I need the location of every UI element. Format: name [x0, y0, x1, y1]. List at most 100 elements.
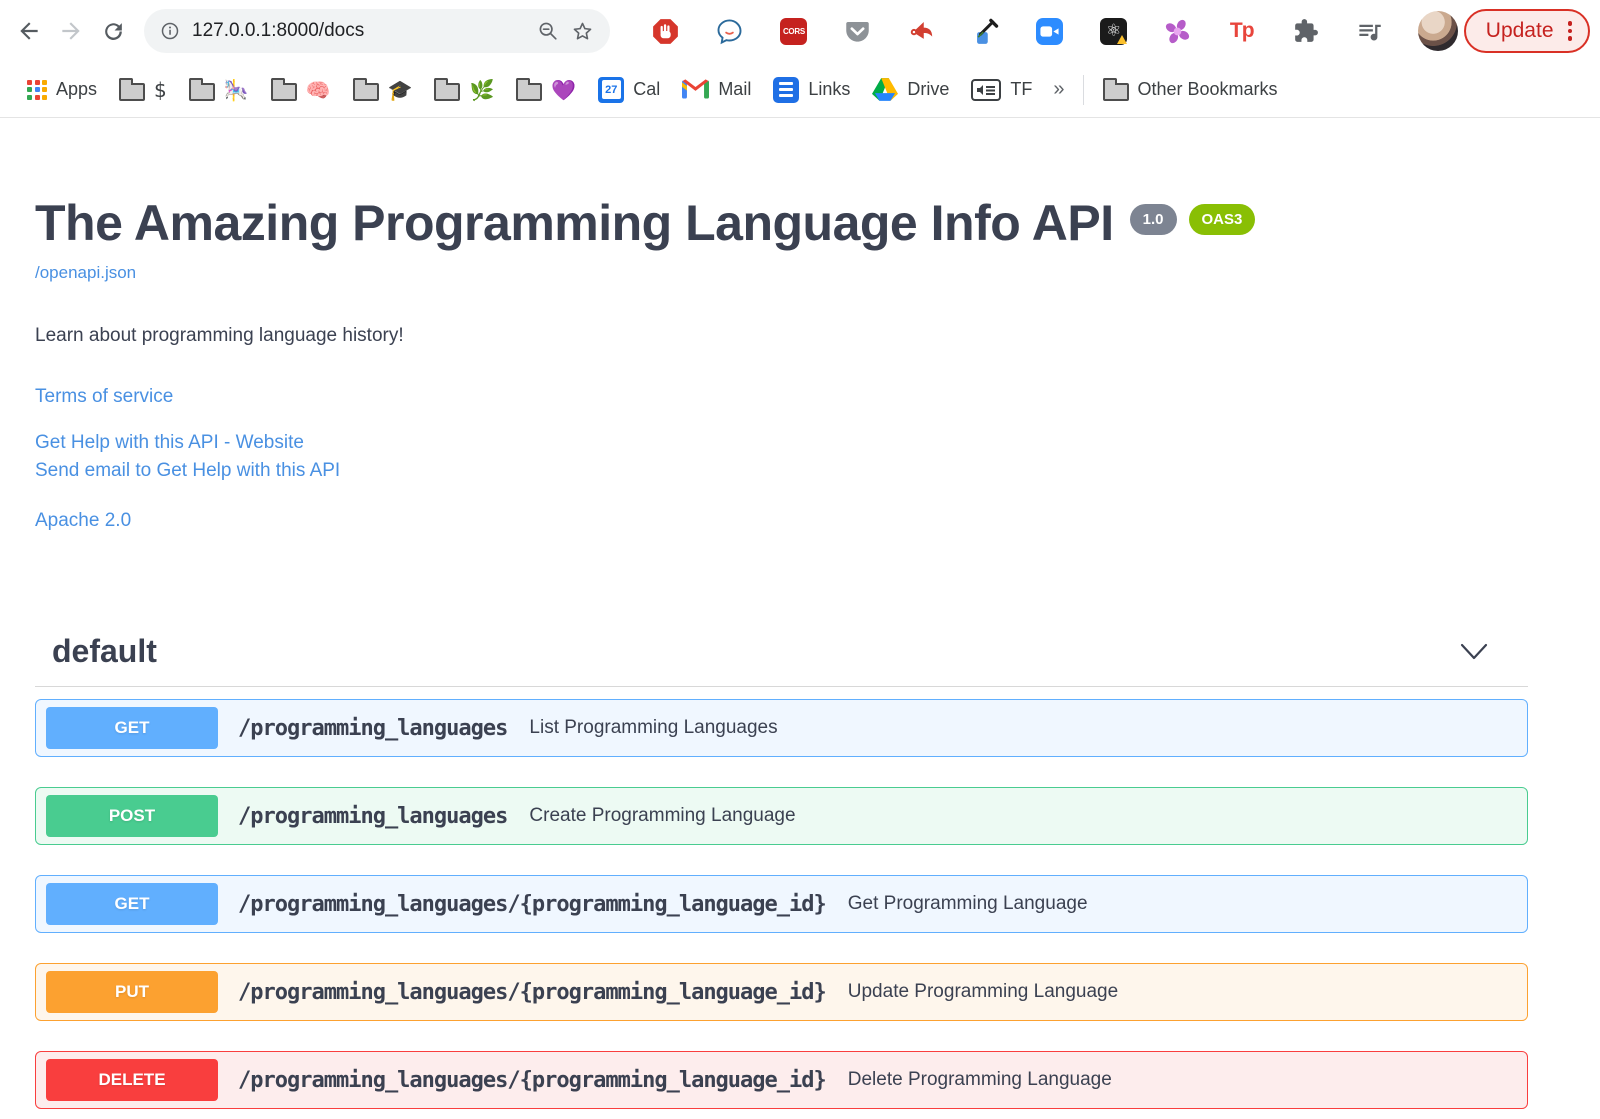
folder-icon — [270, 78, 297, 101]
react-devtools-icon[interactable]: ⚛ — [1099, 16, 1129, 46]
bookmark-label: Apps — [56, 79, 98, 99]
zoom-meet-icon[interactable] — [1035, 16, 1065, 46]
bookmark-folder-carousel[interactable]: 🎠 — [178, 78, 260, 102]
operation-path: /programming_languages/{programming_lang… — [238, 979, 827, 1005]
bookmark-folder-brain[interactable]: 🧠 — [260, 78, 342, 102]
bookmark-star-icon[interactable] — [571, 20, 594, 43]
zoom-out-icon[interactable] — [537, 20, 559, 42]
bookmark-folder-herb[interactable]: 🌿 — [423, 78, 505, 102]
drive-icon — [872, 78, 899, 101]
bookmark-calendar[interactable]: 27 Cal — [587, 76, 671, 103]
operation-put-update[interactable]: PUT /programming_languages/{programming_… — [35, 963, 1528, 1021]
folder-emoji: 🧠 — [305, 77, 331, 102]
operation-summary: Get Programming Language — [847, 893, 1088, 914]
api-links: Terms of service Get Help with this API … — [35, 383, 1528, 535]
gmail-icon — [682, 79, 710, 99]
tag-section-header[interactable]: default — [35, 633, 1528, 687]
address-bar[interactable]: 127.0.0.1:8000/docs — [144, 9, 610, 53]
apps-grid-icon — [27, 79, 47, 100]
method-badge: GET — [46, 707, 218, 749]
extensions-row: CORS ⚛ Tp — [624, 16, 1412, 46]
bookmark-label: Other Bookmarks — [1137, 79, 1278, 99]
folder-icon — [352, 78, 379, 101]
bookmark-drive[interactable]: Drive — [861, 78, 960, 101]
profile-avatar[interactable] — [1417, 11, 1458, 51]
operation-get-list[interactable]: GET /programming_languages List Programm… — [35, 699, 1528, 757]
bookmark-mail[interactable]: Mail — [671, 79, 762, 100]
eyedropper-icon[interactable] — [971, 16, 1001, 46]
folder-icon — [516, 78, 543, 101]
bookmark-label: Drive — [907, 79, 950, 99]
tp-label: Tp — [1229, 19, 1255, 42]
forward-button[interactable] — [50, 10, 92, 52]
operation-summary: Delete Programming Language — [847, 1069, 1112, 1090]
operation-path: /programming_languages/{programming_lang… — [238, 891, 827, 917]
oas3-badge: OAS3 — [1188, 204, 1256, 235]
back-button[interactable] — [8, 10, 50, 52]
forward-icon — [62, 22, 80, 40]
bookmark-tf[interactable]: TF — [960, 78, 1043, 101]
bookmark-label: TF — [1010, 79, 1033, 99]
folder-icon — [434, 78, 461, 101]
links-icon — [773, 76, 800, 103]
cors-label: CORS — [780, 17, 808, 45]
operation-path: /programming_languages/{programming_lang… — [238, 1067, 827, 1093]
bookmark-label: Cal — [633, 79, 661, 99]
operation-path: /programming_languages — [238, 715, 508, 741]
browser-toolbar: 127.0.0.1:8000/docs CORS ⚛ Tp Update — [0, 0, 1600, 62]
tp-extension-icon[interactable]: Tp — [1227, 16, 1257, 46]
api-header: The Amazing Programming Language Info AP… — [35, 196, 1528, 251]
openapi-spec-link[interactable]: /openapi.json — [35, 263, 136, 283]
method-badge: POST — [46, 795, 218, 837]
folder-icon — [188, 78, 215, 101]
folder-emoji: 🎠 — [223, 77, 249, 102]
operation-post-create[interactable]: POST /programming_languages Create Progr… — [35, 787, 1528, 845]
version-badge: 1.0 — [1129, 204, 1177, 235]
reload-button[interactable] — [92, 10, 134, 52]
media-playlist-icon[interactable] — [1355, 16, 1385, 46]
bookmark-folder-grad[interactable]: 🎓 — [342, 78, 424, 102]
site-info-icon[interactable] — [160, 21, 180, 41]
bookmark-links[interactable]: Links — [762, 76, 861, 103]
terms-of-service-link[interactable]: Terms of service — [35, 386, 173, 407]
method-badge: DELETE — [46, 1059, 218, 1101]
chevron-down-icon[interactable] — [1460, 643, 1488, 660]
license-link[interactable]: Apache 2.0 — [35, 510, 131, 531]
extensions-puzzle-icon[interactable] — [1291, 16, 1321, 46]
url-text[interactable]: 127.0.0.1:8000/docs — [192, 20, 525, 42]
warning-triangle — [1117, 34, 1128, 44]
reload-icon — [104, 22, 122, 40]
browser-menu-icon[interactable] — [1567, 21, 1572, 41]
folder-icon — [119, 78, 146, 101]
adblock-icon[interactable] — [651, 16, 681, 46]
bookmarks-overflow-button[interactable]: » — [1043, 78, 1074, 101]
redirect-arrow-icon[interactable] — [907, 16, 937, 46]
page-title: The Amazing Programming Language Info AP… — [35, 195, 1114, 251]
purple-flower-icon[interactable] — [1163, 16, 1193, 46]
chat-bubble-icon[interactable] — [715, 16, 745, 46]
bookmarks-divider — [1082, 74, 1084, 105]
bookmark-folder-heart[interactable]: 💜 — [505, 78, 587, 102]
api-description: Learn about programming language history… — [35, 325, 404, 346]
method-badge: GET — [46, 883, 218, 925]
update-label: Update — [1485, 19, 1554, 42]
folder-icon — [1102, 78, 1129, 101]
other-bookmarks-button[interactable]: Other Bookmarks — [1092, 78, 1289, 101]
website-link[interactable]: Get Help with this API - Website — [35, 432, 304, 453]
bookmarks-bar: Apps $ 🎠 🧠 🎓 🌿 💜 27 Cal Mail Links Drive… — [0, 62, 1600, 118]
operation-delete[interactable]: DELETE /programming_languages/{programmi… — [35, 1051, 1528, 1109]
cors-extension-icon[interactable]: CORS — [779, 16, 809, 46]
update-button[interactable]: Update — [1463, 9, 1590, 53]
bookmark-folder-money[interactable]: $ — [108, 78, 178, 102]
bookmark-apps[interactable]: Apps — [16, 79, 108, 100]
operation-get-one[interactable]: GET /programming_languages/{programming_… — [35, 875, 1528, 933]
pocket-icon[interactable] — [843, 16, 873, 46]
folder-emoji: $ — [154, 77, 167, 102]
email-link[interactable]: Send email to Get Help with this API — [35, 460, 340, 481]
operation-summary: Create Programming Language — [529, 805, 796, 826]
folder-emoji: 💜 — [551, 77, 577, 102]
back-icon — [20, 22, 38, 40]
folder-emoji: 🎓 — [387, 77, 413, 102]
operations-list: GET /programming_languages List Programm… — [35, 699, 1528, 1109]
operation-path: /programming_languages — [238, 803, 508, 829]
